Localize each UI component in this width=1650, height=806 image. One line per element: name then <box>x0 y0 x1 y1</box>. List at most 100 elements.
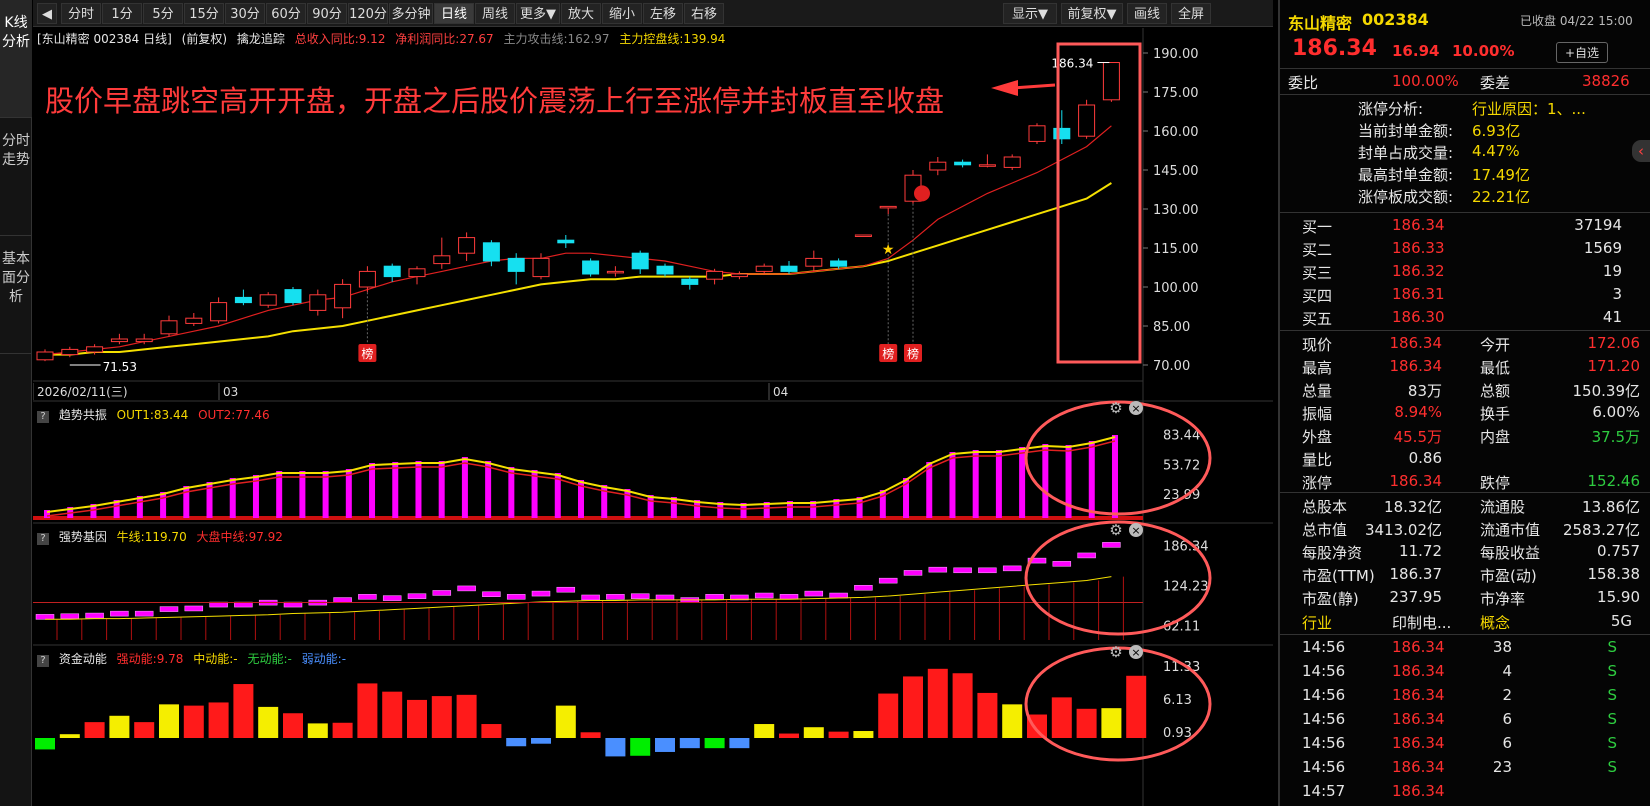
panel1-bar <box>508 467 515 518</box>
add-favorite-button[interactable]: +自选 <box>1556 42 1609 63</box>
panel2-box <box>1102 542 1121 548</box>
date-label: 03 <box>223 385 238 399</box>
quote-row: 现价 186.34 今开 172.06 <box>1280 332 1650 356</box>
candle <box>61 346 79 358</box>
quote-label: 涨停 <box>1302 474 1333 492</box>
candle-body <box>458 237 476 254</box>
date-label: 2026/02/11(三) <box>37 385 128 399</box>
toolbar-right-button-1[interactable]: 前复权▼ <box>1061 3 1123 24</box>
toolbar-button-6[interactable]: 90分 <box>307 3 347 24</box>
candle-body <box>730 273 748 278</box>
quote-value: 37.5万 <box>1591 428 1640 446</box>
toolbar-button-4[interactable]: 30分 <box>225 3 265 24</box>
panel3-bar <box>531 738 551 744</box>
panel2-box <box>606 594 625 600</box>
panel2-box <box>531 590 551 597</box>
left-tab-2[interactable]: 基本面分析 <box>0 236 32 354</box>
toolbar-button-1[interactable]: 1分 <box>102 3 142 24</box>
toolbar-button-13[interactable]: 缩小 <box>602 3 642 24</box>
tick-side: S <box>1607 710 1617 728</box>
toolbar-button-2[interactable]: 5分 <box>143 3 183 24</box>
toolbar-button-9[interactable]: 日线 <box>434 3 474 24</box>
panel2-name[interactable]: 强势基因 <box>59 530 107 544</box>
candle-body <box>1102 62 1120 101</box>
quote-label: 总额 <box>1480 382 1511 400</box>
divider <box>1280 68 1650 69</box>
panel1-bar <box>949 452 956 518</box>
price-axis-label: 160.00 <box>1153 125 1199 140</box>
badge-label: 榜 <box>907 346 919 361</box>
toolbar-button-3[interactable]: 15分 <box>184 3 224 24</box>
price-axis-label: 130.00 <box>1153 203 1199 218</box>
alert-icon <box>914 185 930 202</box>
fund-value: 186.37 <box>1389 565 1443 583</box>
toolbar-button-15[interactable]: 右移 <box>684 3 724 24</box>
tick-time: 14:56 <box>1302 758 1346 776</box>
price-axis-label: 85.00 <box>1153 320 1190 335</box>
help-icon[interactable]: ? <box>37 411 49 423</box>
toolbar-button-12[interactable]: 放大 <box>561 3 601 24</box>
badge-label: 榜 <box>882 346 894 361</box>
fund-label: 每股收益 <box>1480 544 1541 562</box>
help-icon[interactable]: ? <box>37 533 49 545</box>
fund-value: 158.38 <box>1587 565 1641 583</box>
panel1-name[interactable]: 趋势共振 <box>59 408 107 422</box>
panel1-bar <box>438 461 445 518</box>
candle <box>582 258 600 277</box>
panel3-name[interactable]: 资金动能 <box>59 652 107 666</box>
toolbar-button-5[interactable]: 60分 <box>266 3 306 24</box>
indicator-name[interactable]: 擒龙追踪 <box>237 32 285 46</box>
panel3-bar <box>456 694 477 738</box>
panel1-bar <box>392 462 399 518</box>
toolbar-right-button-0[interactable]: 显示▼ <box>1003 3 1057 24</box>
candle-body <box>656 265 674 275</box>
panel2-box <box>35 614 55 620</box>
panel1-bar <box>461 457 468 518</box>
toolbar-button-7[interactable]: 120分 <box>348 3 388 24</box>
tick-time: 14:56 <box>1302 734 1346 752</box>
bid-row: 买一 186.34 37194 <box>1280 214 1650 238</box>
annotation-arrow-shaft <box>1012 83 1056 90</box>
fund-value: 0.757 <box>1597 542 1640 560</box>
collapse-panel-icon[interactable]: ‹ <box>1632 140 1650 162</box>
tick-side: S <box>1607 734 1617 752</box>
candle <box>110 333 128 345</box>
gear-icon: ⚙ <box>1109 643 1122 661</box>
candle <box>259 292 277 308</box>
profit-yoy: 净利润同比:27.67 <box>395 32 494 46</box>
candle <box>1102 62 1120 102</box>
bid-row: 买五 186.30 41 <box>1280 306 1650 330</box>
toolbar-right-button-3[interactable]: 全屏 <box>1171 3 1211 24</box>
toolbar-button-0[interactable]: 分时 <box>61 3 101 24</box>
toolbar-button-14[interactable]: 左移 <box>643 3 683 24</box>
toolbar-right-button-2[interactable]: 画线 <box>1127 3 1167 24</box>
candle <box>706 268 724 285</box>
panel3-bar <box>1126 675 1147 738</box>
candle <box>210 297 228 324</box>
left-tab-1[interactable]: 分时走势 <box>0 118 32 236</box>
bid-volume: 19 <box>1602 262 1622 280</box>
panel1-header: ? 趋势共振 OUT1:83.44 OUT2:77.46 <box>37 406 276 423</box>
quote-label: 振幅 <box>1302 405 1333 423</box>
candle <box>36 349 54 362</box>
help-icon[interactable]: ? <box>37 655 49 667</box>
candle-body <box>433 255 451 265</box>
toolbar-button-8[interactable]: 多分钟 <box>389 3 433 24</box>
panel2-box <box>878 577 898 584</box>
panel3-bar <box>1002 704 1023 738</box>
collapse-left-icon[interactable]: ◀ <box>37 3 57 24</box>
panel1-out1: OUT1:83.44 <box>116 408 189 422</box>
bid-price: 186.31 <box>1392 285 1445 303</box>
quote-value: 8.94% <box>1394 403 1442 421</box>
gear-icon: ⚙ <box>1109 521 1122 539</box>
left-tab-0[interactable]: K线分析 <box>0 0 32 118</box>
weibi-row: 委比 100.00% 委差 38826 <box>1280 70 1650 94</box>
quote-value: 6.00% <box>1592 403 1640 421</box>
toolbar-button-10[interactable]: 周线 <box>475 3 515 24</box>
panel3-none: 无动能:- <box>247 652 292 666</box>
toolbar-button-11[interactable]: 更多▼ <box>516 3 560 24</box>
concept-value: 5G <box>1610 612 1632 630</box>
quote-value: 171.20 <box>1587 357 1641 375</box>
panel3-bar <box>952 673 973 738</box>
candle-body <box>210 302 228 322</box>
